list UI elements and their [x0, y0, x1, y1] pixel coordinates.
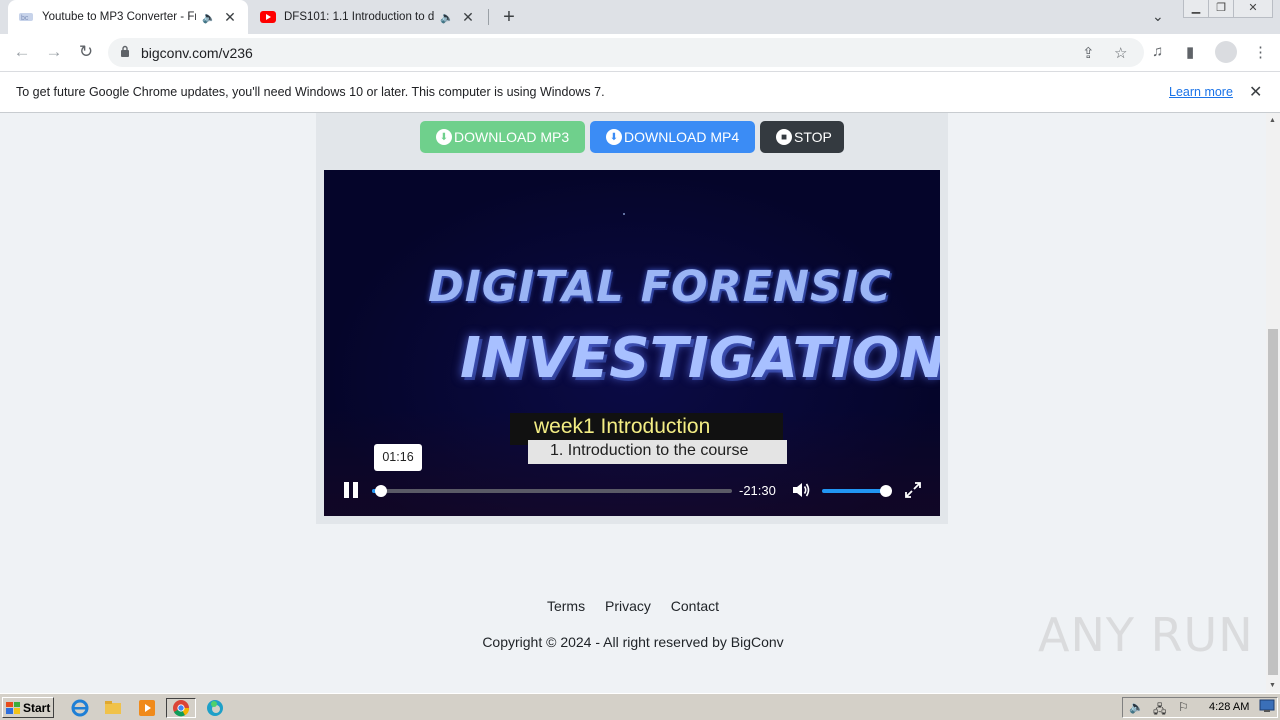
youtube-favicon-icon: [260, 9, 276, 25]
tab-strip: bc Youtube to MP3 Converter - Free 🔈 ✕ D…: [0, 0, 1280, 34]
lock-icon[interactable]: [120, 45, 130, 63]
stop-label: STOP: [794, 129, 832, 145]
video-title-line1: DIGITAL FORENSIC: [428, 262, 892, 312]
video-title-line2: INVESTIGATION: [460, 326, 940, 391]
stop-button[interactable]: ■ STOP: [760, 121, 844, 153]
download-mp4-button[interactable]: ⬇ DOWNLOAD MP4: [590, 121, 755, 153]
minimize-icon[interactable]: ▁: [1183, 0, 1209, 18]
download-mp3-label: DOWNLOAD MP3: [454, 129, 570, 145]
url-text: bigconv.com/v236: [141, 45, 253, 61]
browser-toolbar: ← → ↻ bigconv.com/v236 ⇪ ☆ ♫ ▮ ⋮: [0, 34, 1280, 71]
forward-icon[interactable]: →: [42, 40, 66, 64]
tab-divider: [488, 9, 489, 25]
scroll-up-icon[interactable]: ▲: [1269, 117, 1276, 124]
media-player-icon[interactable]: [137, 698, 157, 718]
seek-handle[interactable]: [375, 485, 387, 497]
share-icon[interactable]: ⇪: [1082, 44, 1095, 62]
download-mp3-button[interactable]: ⬇ DOWNLOAD MP3: [420, 121, 585, 153]
speaker-icon[interactable]: 🔈: [440, 11, 454, 24]
reload-icon[interactable]: ↻: [74, 40, 98, 64]
close-window-icon[interactable]: ✕: [1233, 0, 1273, 18]
terms-link[interactable]: Terms: [547, 598, 585, 614]
windows-taskbar: Start 🔈 🖧 ⚐ 4:28 AM: [0, 693, 1280, 720]
back-icon[interactable]: ←: [10, 40, 34, 64]
tab-title: Youtube to MP3 Converter - Free: [42, 11, 196, 23]
scroll-down-icon[interactable]: ▼: [1269, 682, 1276, 689]
privacy-link[interactable]: Privacy: [605, 598, 651, 614]
fullscreen-icon[interactable]: [904, 481, 922, 499]
volume-tray-icon[interactable]: 🔈: [1129, 700, 1144, 714]
seek-bar[interactable]: [372, 485, 732, 497]
bigconv-favicon-icon: bc: [18, 9, 34, 25]
close-tab-icon[interactable]: ✕: [222, 9, 238, 26]
page-viewport: ⬇ DOWNLOAD MP3 ⬇ DOWNLOAD MP4 ■ STOP DIG…: [0, 113, 1266, 693]
time-remaining: -21:30: [739, 483, 776, 498]
start-button[interactable]: Start: [2, 697, 54, 718]
network-tray-icon[interactable]: 🖧: [1153, 700, 1166, 720]
tab-dfs101[interactable]: DFS101: 1.1 Introduction to digital 🔈 ✕: [250, 0, 486, 34]
bookmark-star-icon[interactable]: ☆: [1114, 44, 1127, 62]
learn-more-link[interactable]: Learn more: [1169, 85, 1233, 99]
volume-handle[interactable]: [880, 485, 892, 497]
ie-icon[interactable]: [70, 698, 90, 718]
seek-time-tooltip: 01:16: [374, 444, 422, 471]
converter-card: ⬇ DOWNLOAD MP3 ⬇ DOWNLOAD MP4 ■ STOP DIG…: [316, 113, 948, 524]
restore-icon[interactable]: ❐: [1208, 0, 1234, 18]
edge-icon[interactable]: [205, 698, 225, 718]
scroll-thumb[interactable]: [1268, 329, 1278, 675]
explorer-icon[interactable]: [103, 698, 123, 718]
tab-youtube-mp3[interactable]: bc Youtube to MP3 Converter - Free 🔈 ✕: [8, 0, 248, 34]
download-mp4-label: DOWNLOAD MP4: [624, 129, 740, 145]
profile-avatar-icon[interactable]: [1215, 41, 1237, 63]
contact-link[interactable]: Contact: [671, 598, 719, 614]
windows-flag-icon: [6, 701, 20, 714]
new-tab-icon[interactable]: +: [499, 6, 519, 28]
volume-icon[interactable]: [791, 481, 811, 499]
chrome-icon[interactable]: [166, 698, 196, 718]
action-center-flag-icon[interactable]: ⚐: [1178, 700, 1189, 714]
page-scrollbar[interactable]: ▲ ▼: [1266, 113, 1280, 693]
menu-kebab-icon[interactable]: ⋮: [1253, 43, 1268, 61]
tab-search-chevron-icon[interactable]: ⌄: [1152, 8, 1164, 25]
cloud-download-icon: ⬇: [436, 129, 452, 145]
svg-text:bc: bc: [21, 15, 29, 22]
update-infobar: To get future Google Chrome updates, you…: [0, 71, 1280, 113]
close-tab-icon[interactable]: ✕: [460, 9, 476, 26]
video-speck: [623, 213, 625, 215]
infobar-message: To get future Google Chrome updates, you…: [16, 85, 605, 99]
media-control-icon[interactable]: ♫: [1152, 43, 1163, 60]
tab-title: DFS101: 1.1 Introduction to digital: [284, 11, 434, 23]
close-infobar-icon[interactable]: ✕: [1249, 82, 1262, 102]
cloud-download-icon: ⬇: [606, 129, 622, 145]
speaker-icon[interactable]: 🔈: [202, 11, 216, 24]
system-tray: 🔈 🖧 ⚐ 4:28 AM: [1122, 697, 1278, 718]
tray-clock: 4:28 AM: [1209, 701, 1250, 713]
show-desktop-icon[interactable]: [1259, 699, 1277, 719]
side-panel-icon[interactable]: ▮: [1186, 43, 1194, 61]
volume-slider[interactable]: [822, 485, 892, 497]
pause-icon[interactable]: [344, 482, 358, 498]
video-player[interactable]: DIGITAL FORENSIC INVESTIGATION week1 Int…: [324, 170, 940, 516]
stop-icon: ■: [776, 129, 792, 145]
address-bar[interactable]: bigconv.com/v236 ⇪ ☆: [108, 38, 1144, 67]
anyrun-watermark-logo: ANY RUN: [1038, 608, 1254, 662]
video-caption-topic: 1. Introduction to the course: [528, 440, 787, 464]
start-label: Start: [23, 700, 51, 715]
